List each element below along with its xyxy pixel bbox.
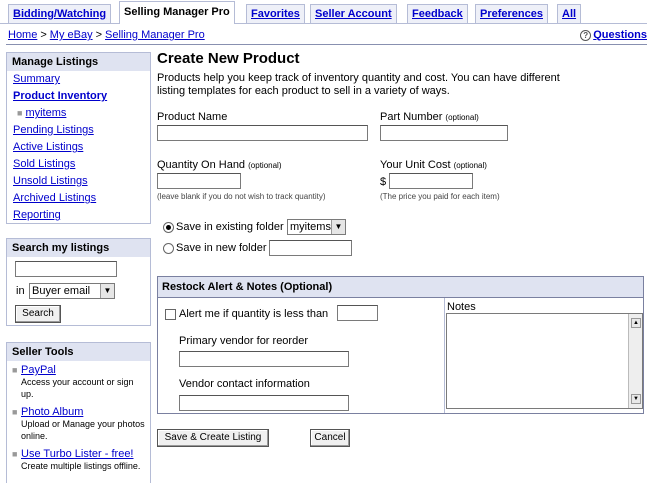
tab-bar: Bidding/Watching Selling Manager Pro Fav… [0, 0, 647, 24]
save-new-label: Save in new folder [176, 242, 267, 254]
product-name-input[interactable] [157, 125, 368, 141]
seller-tools-box: Seller Tools ■ PayPal Access your accoun… [6, 342, 151, 483]
currency-symbol: $ [380, 176, 387, 188]
vendor-input[interactable] [179, 351, 349, 367]
save-existing-radio[interactable] [163, 222, 174, 233]
scroll-up-icon[interactable]: ▲ [631, 318, 641, 328]
tool-photo-album-desc: Upload or Manage your photos online. [21, 419, 145, 441]
optional-tag: (optional) [445, 113, 479, 122]
unit-cost-input[interactable] [389, 173, 473, 189]
bullet-icon: ■ [12, 449, 18, 459]
tab-seller-account[interactable]: Seller Account [310, 4, 397, 23]
tab-selling-manager-pro[interactable]: Selling Manager Pro [119, 1, 235, 24]
tab-feedback[interactable]: Feedback [407, 4, 468, 23]
search-input[interactable] [15, 261, 117, 277]
tool-paypal: ■ PayPal Access your account or sign up. [7, 361, 150, 403]
tool-photo-album: ■ Photo Album Upload or Manage your phot… [7, 403, 150, 445]
chevron-down-icon: ▼ [331, 220, 345, 234]
sidebar-item-pending-listings[interactable]: Pending Listings [13, 124, 94, 136]
sidebar-item-myitems[interactable]: myitems [25, 107, 66, 119]
search-in-label: in [16, 285, 25, 297]
unit-cost-label: Your Unit Cost (optional) [380, 159, 487, 171]
intro-text: Products help you keep track of inventor… [157, 72, 560, 97]
alert-quantity-input[interactable] [337, 305, 378, 321]
panel-divider [444, 298, 445, 413]
save-new-radio[interactable] [163, 243, 174, 254]
new-folder-input[interactable] [269, 240, 352, 256]
bullet-icon: ■ [17, 108, 23, 118]
part-number-label-text: Part Number [380, 111, 443, 123]
optional-tag: (optional) [453, 161, 487, 170]
tool-turbo-lister: ■ Use Turbo Lister - free! Create multip… [7, 445, 150, 475]
seller-tools-heading: Seller Tools [7, 343, 150, 361]
quantity-hint: (leave blank if you do not wish to track… [157, 192, 326, 201]
help-label[interactable]: Questions [593, 29, 647, 41]
tab-bidding-watching[interactable]: Bidding/Watching [8, 4, 112, 23]
breadcrumb-selling-manager-pro[interactable]: Selling Manager Pro [105, 29, 205, 41]
chevron-down-icon: ▼ [100, 284, 114, 298]
search-listings-heading: Search my listings [7, 239, 150, 257]
tool-photo-album-link[interactable]: Photo Album [21, 406, 83, 418]
header-divider [6, 44, 647, 45]
unit-cost-label-text: Your Unit Cost [380, 159, 451, 171]
sidebar-item-summary[interactable]: Summary [13, 73, 60, 85]
sidebar-item-active-listings[interactable]: Active Listings [13, 141, 83, 153]
contact-input[interactable] [179, 395, 349, 411]
search-button[interactable]: Search [15, 305, 61, 323]
folder-select[interactable]: myitems ▼ [287, 219, 346, 235]
breadcrumb-separator: > [40, 29, 47, 41]
quantity-input[interactable] [157, 173, 241, 189]
tab-favorites[interactable]: Favorites [246, 4, 305, 23]
breadcrumb-home[interactable]: Home [8, 29, 37, 41]
bullet-icon: ■ [12, 365, 18, 375]
quantity-label-text: Quantity On Hand [157, 159, 246, 171]
contact-label: Vendor contact information [179, 378, 310, 390]
search-field-select[interactable]: Buyer email ▼ [29, 283, 115, 299]
breadcrumb-my-ebay[interactable]: My eBay [50, 29, 93, 41]
quantity-label: Quantity On Hand (optional) [157, 159, 281, 171]
sidebar-item-sold-listings[interactable]: Sold Listings [13, 158, 75, 170]
tool-turbo-lister-link[interactable]: Use Turbo Lister - free! [21, 448, 134, 460]
cancel-button[interactable]: Cancel [310, 429, 350, 447]
optional-tag: (optional) [248, 161, 282, 170]
tool-paypal-link[interactable]: PayPal [21, 364, 56, 376]
sidebar-item-reporting[interactable]: Reporting [13, 209, 61, 221]
manage-listings-box: Manage Listings Summary Product Inventor… [6, 52, 151, 224]
manage-listings-heading: Manage Listings [7, 53, 150, 71]
tool-turbo-lister-desc: Create multiple listings offline. [21, 461, 141, 471]
alert-label: Alert me if quantity is less than [179, 308, 329, 320]
help-icon: ? [580, 30, 592, 41]
sidebar-item-archived-listings[interactable]: Archived Listings [13, 192, 96, 204]
help-link[interactable]: ? Questions [580, 29, 647, 41]
bullet-icon: ■ [12, 407, 18, 417]
search-field-select-value: Buyer email [32, 285, 91, 297]
tab-bar-line [0, 23, 647, 24]
scroll-down-icon[interactable]: ▼ [631, 394, 641, 404]
page-title: Create New Product [157, 50, 300, 67]
breadcrumb-separator: > [95, 29, 103, 41]
save-create-listing-button[interactable]: Save & Create Listing [157, 429, 269, 447]
alert-checkbox[interactable] [165, 309, 176, 320]
vendor-label: Primary vendor for reorder [179, 335, 308, 347]
unit-cost-hint: (The price you paid for each item) [380, 192, 500, 201]
restock-heading: Restock Alert & Notes (Optional) [158, 277, 643, 298]
part-number-label: Part Number (optional) [380, 111, 479, 123]
folder-select-value: myitems [290, 221, 331, 233]
tab-all[interactable]: All [557, 4, 582, 23]
save-existing-label: Save in existing folder [176, 221, 284, 233]
tab-preferences[interactable]: Preferences [475, 4, 548, 23]
part-number-input[interactable] [380, 125, 508, 141]
search-listings-box: Search my listings in Buyer email ▼ Sear… [6, 238, 151, 326]
breadcrumb: Home > My eBay > Selling Manager Pro [8, 29, 205, 41]
product-name-label: Product Name [157, 111, 228, 123]
sidebar-item-product-inventory[interactable]: Product Inventory [13, 90, 107, 102]
notes-textarea[interactable]: ▲ ▼ [446, 313, 643, 409]
notes-label: Notes [447, 301, 476, 313]
tool-paypal-desc: Access your account or sign up. [21, 377, 134, 399]
notes-scrollbar[interactable]: ▲ ▼ [628, 314, 642, 408]
sidebar-item-unsold-listings[interactable]: Unsold Listings [13, 175, 88, 187]
